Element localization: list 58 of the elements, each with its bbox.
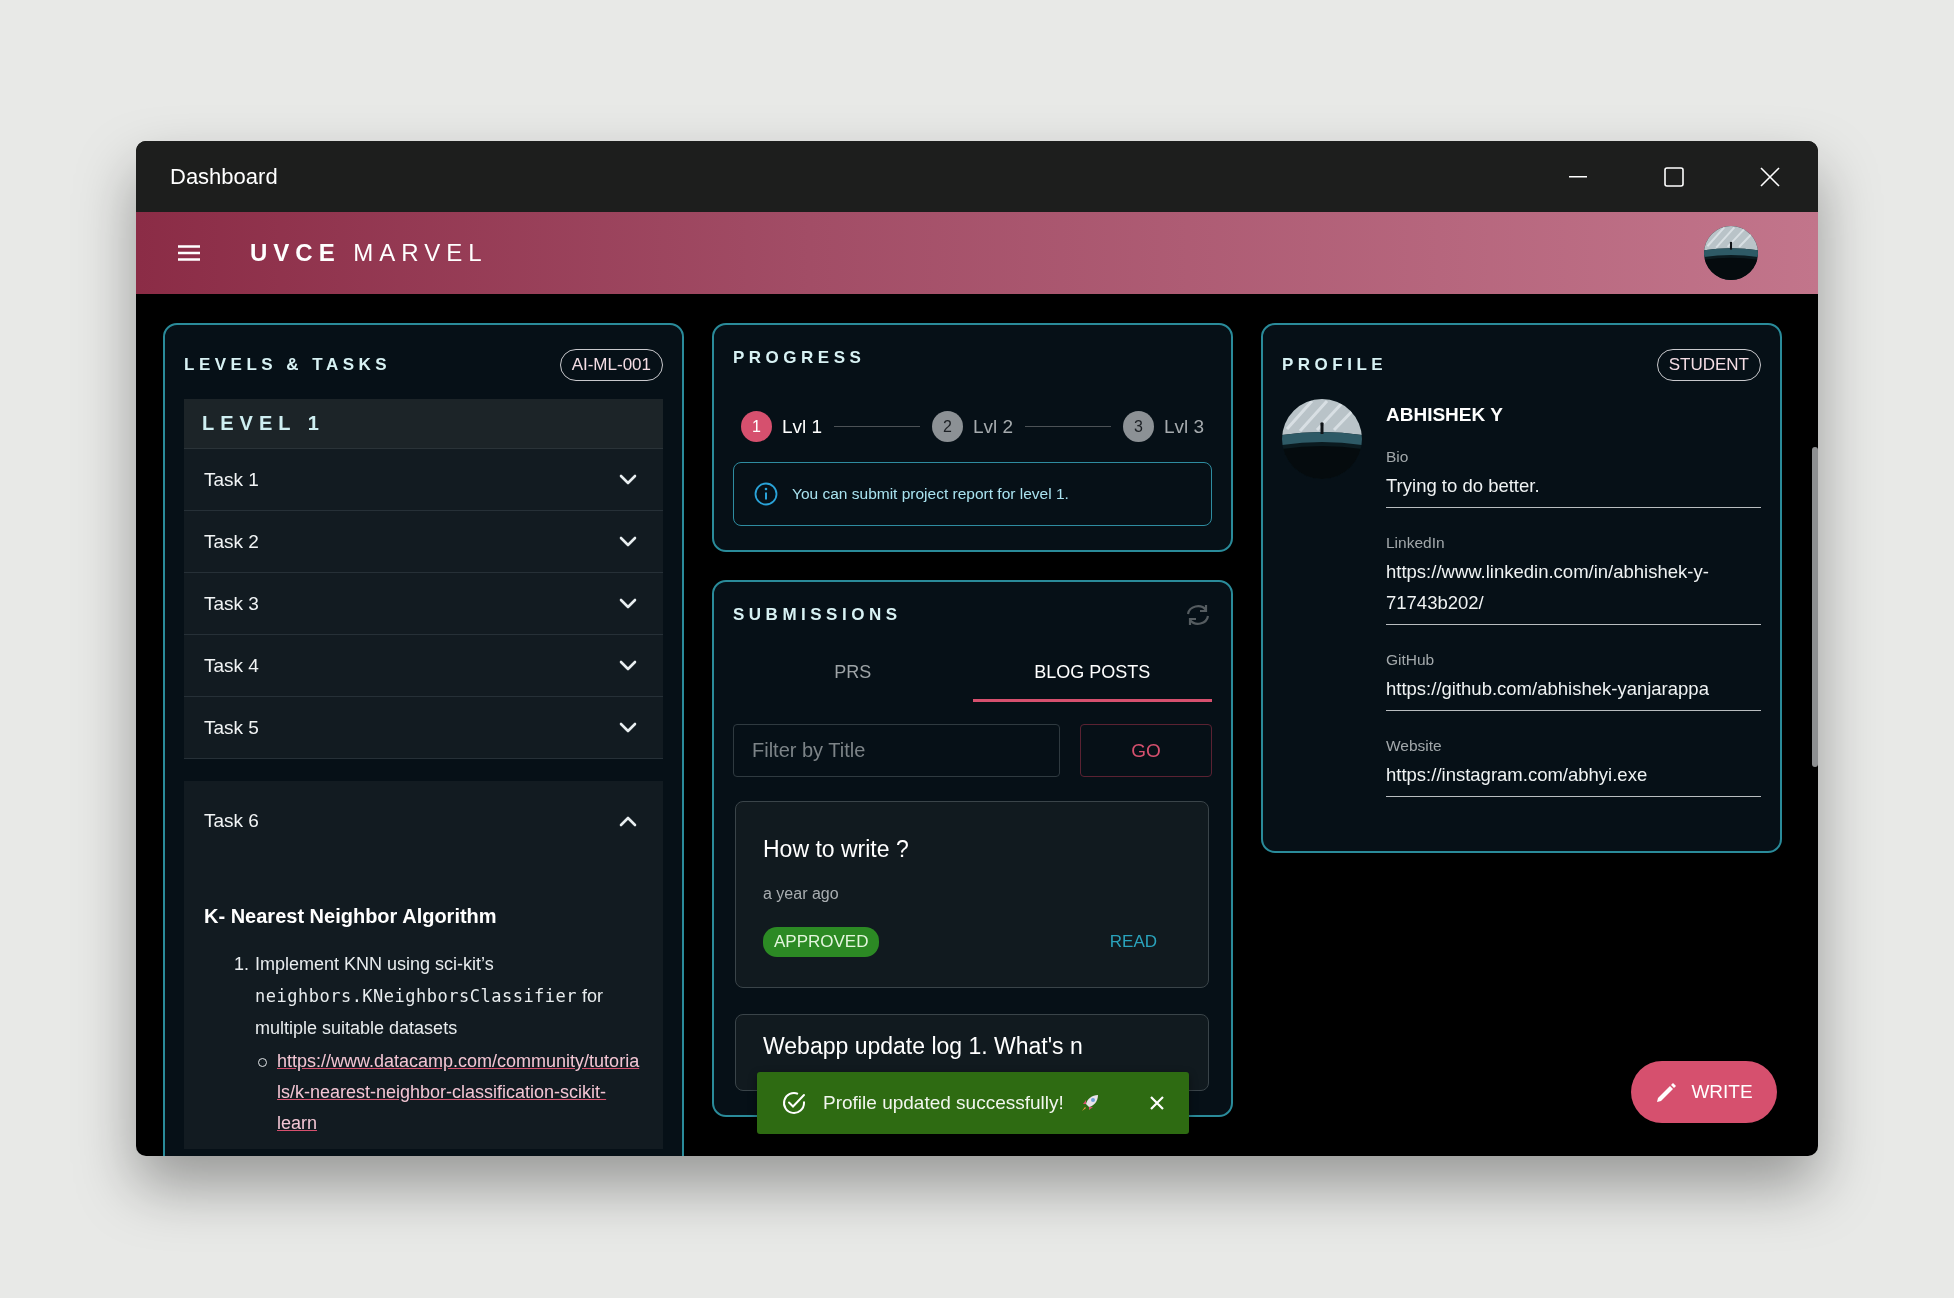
post-time: a year ago: [763, 885, 840, 903]
chevron-down-icon: [619, 535, 637, 548]
close-icon[interactable]: [1760, 166, 1780, 187]
step-number: 2: [931, 411, 963, 442]
step-number: 1: [741, 411, 772, 442]
check-circle-icon: [781, 1090, 807, 1116]
task-row[interactable]: Task 1: [184, 449, 663, 511]
info-icon: [754, 482, 778, 506]
tab[interactable]: BLOG POSTS: [972, 646, 1212, 702]
task-row[interactable]: Task 4: [184, 635, 663, 697]
filter-field[interactable]: Filter by Title: [733, 724, 1060, 777]
chevron-down-icon: [619, 659, 637, 672]
task-heading: K- Nearest Neighbor Algorithm: [204, 905, 498, 928]
menu-icon[interactable]: [178, 245, 200, 261]
brand-logo[interactable]: UVCE MARVEL: [250, 239, 1704, 267]
window-title: Dashboard: [170, 163, 279, 190]
panel-title: PROGRESS: [733, 348, 866, 368]
profile-name: ABHISHEK Y: [1386, 404, 1504, 426]
minimize-icon[interactable]: [1569, 175, 1587, 178]
field-label: Bio: [1386, 448, 1410, 466]
chevron-down-icon: [619, 597, 637, 610]
chevron-down-icon: [619, 721, 637, 734]
scrollbar[interactable]: [1812, 447, 1818, 767]
task-instruction: 1. Implement KNN using sci-kit’s neighbors.KNeighborsClassifier for multiple suitable datasets: [233, 953, 605, 1040]
task-row[interactable]: Task 3: [184, 573, 663, 635]
field-label: GitHub: [1386, 651, 1436, 669]
task-row[interactable]: Task 2: [184, 511, 663, 573]
step-label: Lvl 1: [782, 415, 823, 438]
field-label: LinkedIn: [1386, 534, 1446, 552]
toast-message: Profile updated successfully!: [823, 1092, 1064, 1114]
field-value: https://www.linkedin.com/in/abhishek-y-71743b202/: [1386, 560, 1710, 615]
tab[interactable]: PRS: [733, 646, 973, 702]
go-button[interactable]: GO: [1080, 724, 1212, 777]
panel-title: SUBMISSIONS: [733, 605, 902, 625]
post-title: Webapp update log 1. What's n: [763, 1033, 1084, 1060]
post-title: How to write ?: [763, 836, 910, 863]
level-header: LEVEL 1: [184, 399, 663, 449]
maximize-icon[interactable]: [1664, 166, 1684, 187]
field-value: Trying to do better.: [1386, 474, 1541, 498]
step-label: Lvl 2: [972, 415, 1014, 438]
field-value: https://github.com/abhishek-yanjarappa: [1386, 677, 1710, 701]
status-badge: APPROVED: [763, 927, 880, 957]
field-value: https://instagram.com/abhyi.exe: [1386, 763, 1649, 787]
write-button[interactable]: WRITE: [1631, 1061, 1777, 1123]
panel-title: PROFILE: [1282, 355, 1388, 375]
rocket-icon: [1079, 1093, 1100, 1113]
resource-link[interactable]: https://www.datacamp.com/community/tutorials/k-nearest-neighbor-classification-scikit-learn: [277, 1046, 643, 1139]
step-number: 3: [1122, 411, 1154, 442]
step-label: Lvl 3: [1163, 415, 1204, 438]
read-link[interactable]: READ: [1109, 932, 1157, 952]
info-text: You can submit project report for level 1.: [792, 485, 1069, 503]
field-label: Website: [1386, 737, 1443, 755]
chevron-up-icon: [619, 815, 637, 827]
panel-title: LEVELS & TASKS: [184, 355, 392, 375]
chevron-down-icon: [619, 473, 637, 486]
task-row[interactable]: Task 5: [184, 697, 663, 759]
pencil-icon: [1655, 1081, 1678, 1103]
refresh-icon[interactable]: [1184, 603, 1212, 627]
